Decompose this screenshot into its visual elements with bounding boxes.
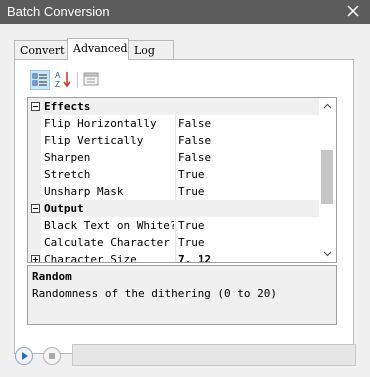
play-icon[interactable] [14,346,34,366]
category-row-effects[interactable]: Effects [28,98,321,115]
property-row[interactable]: Flip Vertically False [28,132,321,149]
property-row[interactable]: Calculate Character S True [28,234,321,251]
property-name: Character Size [44,253,137,262]
property-name: Sharpen [44,151,91,164]
property-value[interactable]: True [178,234,205,251]
property-pages-button[interactable] [82,70,102,90]
tab-advanced-label: Advanced [73,42,128,55]
tab-log-label: Log [134,44,155,57]
property-grid: Effects Flip Horizontally False Flip Ver… [27,97,337,263]
scroll-up-icon[interactable] [319,98,336,115]
property-name: Flip Horizontally [44,117,157,130]
window-body: Convert Advanced Log A Z Effects Flip Ho… [0,24,370,377]
collapse-icon[interactable] [31,204,40,213]
scrollbar-thumb[interactable] [321,150,333,204]
close-icon[interactable] [344,2,362,20]
category-label: Output [44,202,84,215]
categorized-view-button[interactable] [30,70,50,90]
alphabetical-sort-button[interactable]: A Z [54,70,74,90]
expand-icon[interactable] [31,255,40,262]
tab-convert[interactable]: Convert [14,40,68,59]
tab-advanced[interactable]: Advanced [67,38,129,60]
toolbar-separator [77,72,78,88]
vertical-scrollbar[interactable] [319,98,336,262]
stop-icon[interactable] [42,346,62,366]
property-row[interactable]: Unsharp Mask True [28,183,321,200]
tab-convert-label: Convert [20,44,65,57]
property-row[interactable]: Character Size 7, 12 [28,251,321,262]
property-row[interactable]: Black Text on White? True [28,217,321,234]
property-row[interactable]: Stretch True [28,166,321,183]
tab-log[interactable]: Log [128,40,174,59]
categorized-view-icon [32,73,47,86]
title-bar: Batch Conversion [0,0,370,24]
property-value[interactable]: 7, 12 [178,251,211,262]
help-description: Randomness of the dithering (0 to 20) [32,287,278,300]
category-label: Effects [44,100,91,113]
property-value[interactable]: False [178,115,211,132]
property-grid-rows: Effects Flip Horizontally False Flip Ver… [28,98,321,262]
property-pages-icon [83,72,99,86]
advanced-tab-panel: A Z Effects Flip Horizontally False Flip… [14,59,354,354]
svg-text:Z: Z [55,80,60,88]
property-name: Calculate Character S [44,236,174,249]
scroll-down-icon[interactable] [319,245,336,262]
property-value[interactable]: True [178,217,205,234]
property-value[interactable]: True [178,166,205,183]
property-name: Flip Vertically [44,134,144,147]
property-name: Black Text on White? [44,219,174,232]
svg-text:A: A [55,71,61,80]
progress-bar [72,344,356,366]
property-value[interactable]: True [178,183,205,200]
property-value[interactable]: False [178,132,211,149]
collapse-icon[interactable] [31,102,40,111]
window-title: Batch Conversion [7,4,110,19]
alphabetical-sort-icon: A Z [55,71,71,89]
status-bar [0,341,370,377]
property-name: Unsharp Mask [44,185,124,198]
category-row-output[interactable]: Output [28,200,321,217]
property-name: Stretch [44,168,91,181]
property-row[interactable]: Sharpen False [28,149,321,166]
property-help-panel: Random Randomness of the dithering (0 to… [27,265,337,325]
property-row[interactable]: Flip Horizontally False [28,115,321,132]
help-title: Random [32,270,72,283]
property-value[interactable]: False [178,149,211,166]
